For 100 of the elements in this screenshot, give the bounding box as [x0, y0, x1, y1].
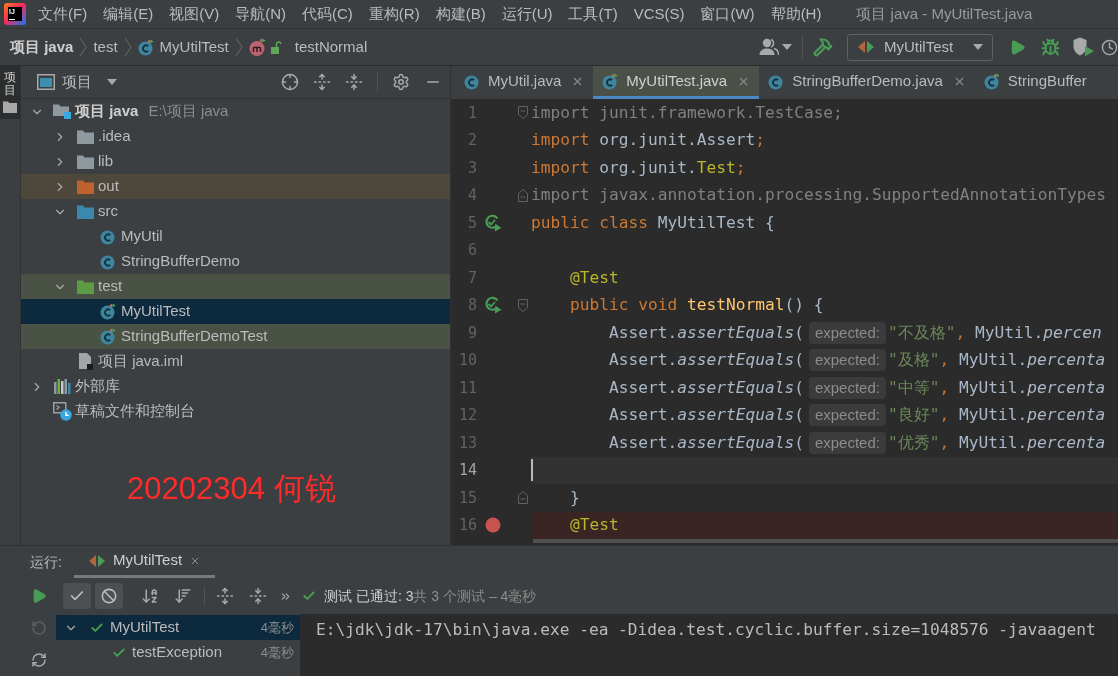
line-number: 12 [458, 405, 477, 426]
menu-item[interactable]: 工具(T) [560, 1, 626, 27]
sort-descending-icon[interactable] [174, 587, 192, 605]
fold-marker-icon[interactable] [518, 106, 528, 120]
tree-item[interactable]: 草稿文件和控制台 [21, 399, 450, 424]
bug-icon[interactable] [1041, 37, 1060, 57]
status-detail: 共 3 个测试 – 4毫秒 [413, 586, 537, 606]
play-icon[interactable] [31, 588, 47, 604]
tree-item[interactable]: MyUtilTest [21, 299, 450, 324]
menu-item[interactable]: 构建(B) [427, 1, 494, 27]
caret-icon [973, 44, 983, 50]
run-configuration-dropdown[interactable]: MyUtilTest [847, 33, 993, 61]
folder-icon [3, 101, 17, 114]
chevron-icon [123, 37, 132, 57]
tree-item[interactable]: lib [21, 149, 450, 174]
circle-arrow-play-icon[interactable] [484, 213, 502, 232]
editor-tab[interactable]: StringBuffer [974, 66, 1096, 99]
tree-item[interactable]: src [21, 199, 450, 224]
inlay-hint: expected: [808, 431, 886, 454]
horizontal-scrollbar[interactable] [533, 539, 1118, 543]
sort-az-icon[interactable] [141, 587, 159, 605]
fold-marker-icon[interactable] [518, 188, 528, 202]
circle-arrow-play-icon[interactable] [484, 296, 502, 315]
menu-item[interactable]: 运行(U) [493, 1, 561, 27]
tool-window-tab[interactable]: 项目 [0, 66, 20, 120]
menu-item[interactable]: 编辑(E) [95, 1, 162, 27]
shield-play-icon[interactable] [1073, 37, 1095, 57]
editor-tab[interactable]: StringBufferDemo.java [759, 66, 975, 99]
breadcrumb[interactable]: MyUtilTest [137, 35, 229, 59]
filter-toggle[interactable] [95, 583, 123, 609]
line-number: 13 [458, 432, 477, 454]
fold-icon[interactable] [345, 73, 363, 91]
code-text: "良好", MyUtil.percenta [887, 404, 1106, 427]
line-number: 14 [458, 460, 477, 481]
tree-item[interactable]: MyUtil [21, 224, 450, 249]
menu-item[interactable]: 文件(F) [30, 1, 96, 27]
play-icon[interactable] [1009, 38, 1026, 56]
line-number: 11 [458, 377, 477, 399]
tree-item[interactable]: .idea [21, 124, 450, 149]
editor-tab[interactable]: MyUtilTest.java [593, 66, 760, 99]
line-number: 3 [467, 157, 477, 179]
menu-item[interactable]: 代码(C) [294, 1, 361, 27]
clock-icon[interactable] [1101, 38, 1118, 56]
user-menu-button[interactable] [759, 38, 792, 56]
unfold-icon[interactable] [313, 73, 331, 91]
inlay-hint: expected: [808, 321, 886, 344]
editor-tab[interactable]: MyUtil.java [455, 66, 594, 99]
breadcrumb[interactable]: 项目 java [10, 35, 74, 59]
panel-title-dropdown[interactable]: 项目 [37, 70, 117, 94]
duration-text: 4毫秒 [260, 618, 294, 637]
hammer-icon[interactable] [813, 37, 833, 57]
code-text: @Test [570, 266, 619, 289]
menu-item[interactable]: 视图(V) [161, 1, 228, 27]
crosshair-icon[interactable] [281, 73, 299, 91]
code-text: "及格", MyUtil.percenta [887, 349, 1106, 372]
line-number: 2 [467, 130, 477, 151]
fold-marker-icon[interactable] [518, 298, 528, 312]
menu-item[interactable]: 窗口(W) [692, 1, 763, 27]
code-text: import org.junit.Assert; [531, 129, 765, 152]
breakpoint-icon[interactable] [485, 517, 501, 534]
settings-icon[interactable] [392, 73, 410, 91]
test-item[interactable]: testException 4毫秒 [56, 640, 300, 665]
code-text: Assert.assertEquals( [608, 349, 804, 372]
tree-item[interactable]: 外部库 [21, 374, 450, 399]
menu-item[interactable]: 重构(R) [360, 1, 428, 27]
code-text: "优秀", MyUtil.percenta [887, 431, 1106, 454]
tree-item[interactable]: test [21, 274, 450, 299]
test-item[interactable]: MyUtilTest 4毫秒 [56, 615, 300, 640]
tree-item[interactable]: 项目 java.iml [21, 349, 450, 374]
window-title: 项目 java - MyUtilTest.java [856, 3, 1033, 24]
code-text: Assert.assertEquals( [608, 404, 804, 427]
line-number: 6 [467, 240, 477, 261]
triangles-icon [87, 553, 106, 568]
code-text: public class MyUtilTest { [531, 211, 775, 234]
fold-icon[interactable] [249, 587, 267, 605]
triangles-icon [857, 40, 875, 54]
code-text: import org.junit.Test; [531, 156, 746, 179]
tree-item[interactable]: StringBufferDemo [21, 249, 450, 274]
breadcrumb[interactable]: testNormal [248, 35, 368, 59]
code-text: } [570, 486, 580, 509]
tree-item[interactable]: 项目 java E:\项目 java [21, 99, 450, 124]
caret-icon [782, 44, 792, 50]
refresh-icon[interactable] [31, 652, 47, 668]
unfold-icon[interactable] [216, 587, 234, 605]
run-tab[interactable]: MyUtilTest [73, 546, 216, 578]
code-text: @Test [570, 514, 619, 537]
tree-item[interactable]: StringBufferDemoTest [21, 324, 450, 349]
test-class-icon [983, 72, 1000, 90]
tree-item[interactable]: out [21, 174, 450, 199]
inlay-hint: expected: [808, 349, 886, 372]
breadcrumb[interactable]: test [93, 35, 118, 59]
menu-item[interactable]: VCS(S) [625, 1, 693, 27]
menu-item[interactable]: 帮助(H) [762, 1, 830, 27]
filter-toggle[interactable] [63, 583, 91, 609]
text-cursor [531, 459, 533, 482]
fold-marker-icon[interactable] [518, 491, 528, 505]
code-text: "不及格", MyUtil.percen [887, 321, 1102, 344]
users-icon [759, 38, 779, 56]
menu-item[interactable]: 导航(N) [227, 1, 294, 27]
code-text: public void testNormal() { [570, 294, 824, 317]
